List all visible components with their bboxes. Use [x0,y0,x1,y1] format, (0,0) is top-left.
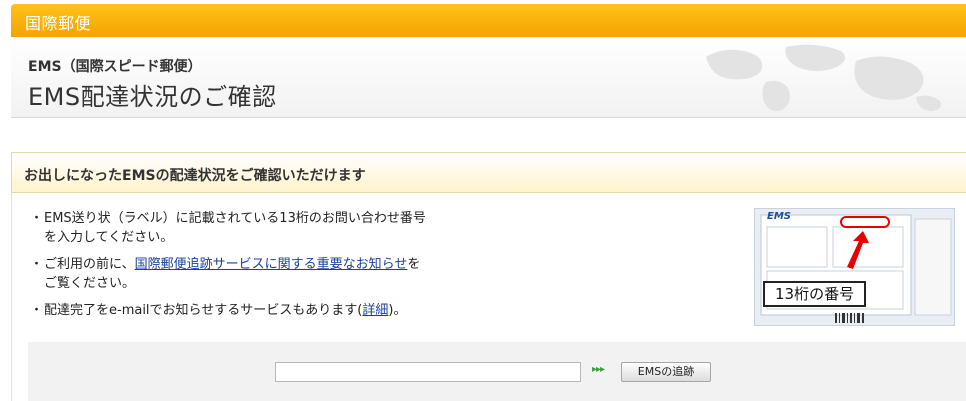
tracking-search-bar: ▸▸▸ EMSの追跡 [28,342,966,401]
content-area: ・ EMS送り状（ラベル）に記載されている13桁のお問い合わせ番号 を入力してく… [11,193,966,401]
bullet-dot: ・ [30,257,44,272]
bullet-text: ご覧ください。 [44,276,136,291]
world-map-decoration [706,44,941,111]
list-item: ・ 配達完了をe-mailでお知らせするサービスもあります(詳細)。 [28,301,508,320]
tracking-number-callout: 13桁の番号 [763,281,867,307]
section-title: お出しになったEMSの配達状況をご確認いただけます [24,168,366,184]
ems-track-button[interactable]: EMSの追跡 [621,362,711,382]
bullet-dot: ・ [30,211,44,226]
bullet-text: EMS送り状（ラベル）に記載されている13桁のお問い合わせ番号 [44,211,426,226]
ems-label-image: EMS 13桁の番号 [754,208,955,326]
section-header: お出しになったEMSの配達状況をご確認いただけます [11,152,966,193]
info-list: ・ EMS送り状（ラベル）に記載されている13桁のお問い合わせ番号 を入力してく… [28,209,508,328]
bullet-dot: ・ [30,303,44,318]
bullet-text: 配達完了をe-mailでお知らせするサービスもあります( [44,303,363,318]
ems-logo-text: EMS [767,211,791,222]
top-bar-title: 国際郵便 [25,14,92,33]
bullet-text: )。 [388,303,407,318]
ems-label-illustration [760,214,952,323]
bullet-text: を入力してください。 [44,230,174,245]
header-subtitle: EMS（国際スピード郵便） [28,59,202,75]
top-bar: 国際郵便 [11,4,966,37]
arrow-icon: ▸▸▸ [592,364,605,375]
tracking-number-input[interactable] [275,362,581,382]
page-title: EMS配達状況のご確認 [28,83,277,111]
important-notice-link[interactable]: 国際郵便追跡サービスに関する重要なお知らせ [135,257,408,272]
list-item: ・ ご利用の前に、国際郵便追跡サービスに関する重要なお知らせを ご覧ください。 [28,255,508,293]
list-item: ・ EMS送り状（ラベル）に記載されている13桁のお問い合わせ番号 を入力してく… [28,209,508,247]
bullet-text: ご利用の前に、 [44,257,135,272]
bullet-text: を [407,257,421,272]
details-link[interactable]: 詳細 [362,303,388,318]
page-header: EMS（国際スピード郵便） EMS配達状況のご確認 [11,37,966,118]
